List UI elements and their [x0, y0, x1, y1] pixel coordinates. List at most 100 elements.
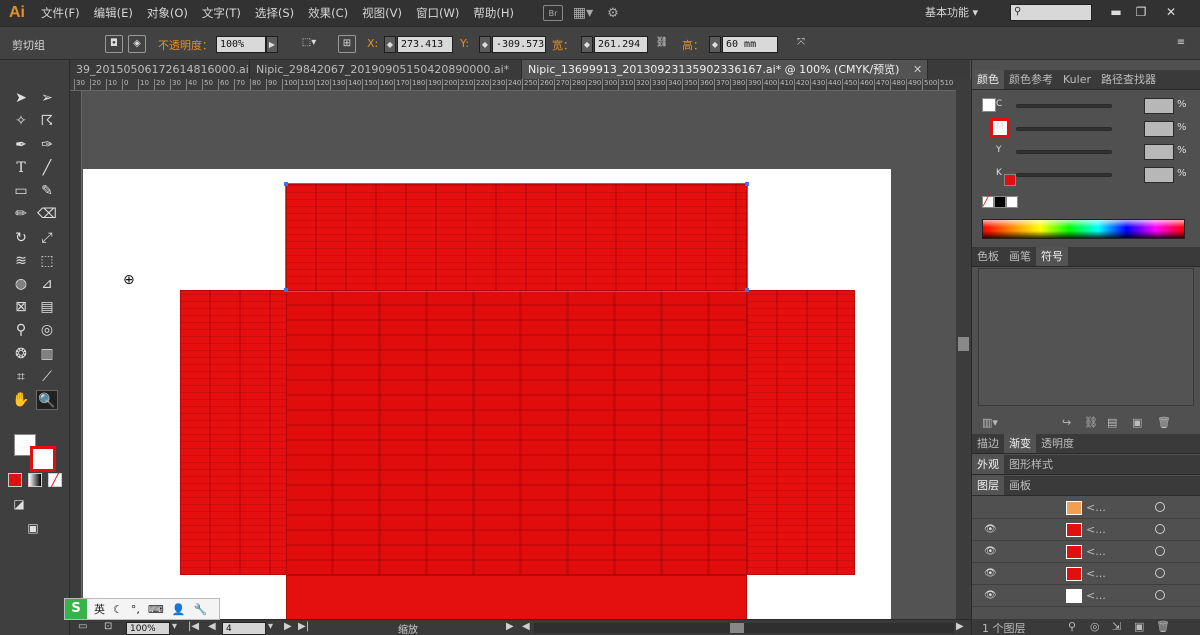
- tab-artboards[interactable]: 画板: [1004, 476, 1036, 495]
- selection-handle[interactable]: [745, 288, 749, 292]
- column-graph-tool-icon[interactable]: ▥: [36, 344, 58, 364]
- scroll-thumb[interactable]: [958, 337, 969, 351]
- magenta-slider[interactable]: M%: [996, 121, 1196, 137]
- ime-language-toggle[interactable]: 英: [94, 601, 105, 617]
- skin-icon[interactable]: 👤: [172, 603, 186, 616]
- status-menu-icon[interactable]: ▶: [506, 621, 514, 632]
- menu-window[interactable]: 窗口(W): [409, 0, 466, 26]
- selection-tool-icon[interactable]: ➤: [10, 88, 32, 108]
- slice-tool-icon[interactable]: ⟋: [36, 367, 58, 387]
- last-color-swatch[interactable]: [1004, 174, 1016, 186]
- target-icon[interactable]: [1155, 590, 1165, 600]
- delete-layer-icon[interactable]: 🗑: [1156, 620, 1170, 633]
- gradient-tool-icon[interactable]: ▤: [36, 297, 58, 317]
- magic-wand-tool-icon[interactable]: ✧: [10, 111, 32, 131]
- paintbrush-tool-icon[interactable]: ✎: [36, 181, 58, 201]
- panel-menu-icon[interactable]: ≡: [1172, 35, 1190, 53]
- selection-handle[interactable]: [284, 288, 288, 292]
- curvature-tool-icon[interactable]: ✑: [36, 135, 58, 155]
- tab-graphic-styles[interactable]: 图形样式: [1004, 455, 1058, 474]
- slider-track[interactable]: [1016, 173, 1112, 177]
- yellow-slider[interactable]: Y%: [996, 144, 1196, 160]
- reference-point-icon[interactable]: ⊞: [338, 35, 356, 53]
- keyboard-icon[interactable]: ⌨: [148, 603, 164, 616]
- make-clipping-mask-icon[interactable]: ◎: [1090, 620, 1100, 633]
- artboard-dropdown-icon[interactable]: ▾: [268, 621, 273, 632]
- hand-tool-icon[interactable]: ✋: [10, 390, 32, 410]
- zoom-level-field[interactable]: 100%: [126, 622, 170, 635]
- selection-handle[interactable]: [745, 182, 749, 186]
- gradient-mode-icon[interactable]: [28, 473, 42, 487]
- edit-clipping-path-icon[interactable]: ◘: [105, 35, 123, 53]
- transform-icon[interactable]: ⤧: [792, 35, 810, 53]
- layer-row[interactable]: 👁 <...: [972, 563, 1200, 585]
- moon-icon[interactable]: ☾: [113, 603, 123, 616]
- eye-icon[interactable]: 👁: [984, 568, 997, 579]
- search-icon[interactable]: ⚲: [1068, 620, 1076, 633]
- menu-type[interactable]: 文字(T): [195, 0, 248, 26]
- slider-value-field[interactable]: [1144, 144, 1174, 160]
- tab-transparency[interactable]: 透明度: [1036, 434, 1079, 453]
- last-artboard-icon[interactable]: ▶|: [298, 621, 309, 632]
- bridge-icon[interactable]: Br: [542, 5, 563, 21]
- next-artboard-icon[interactable]: ▶: [284, 621, 292, 632]
- bottom-panel[interactable]: [286, 575, 747, 619]
- tab-brushes[interactable]: 画笔: [1004, 247, 1036, 266]
- tab-appearance[interactable]: 外观: [972, 455, 1004, 474]
- layer-row[interactable]: <...: [972, 497, 1200, 519]
- new-layer-icon[interactable]: ▣: [1134, 620, 1144, 633]
- y-field[interactable]: -309.573: [492, 36, 546, 53]
- gpu-performance-icon[interactable]: ⚙: [603, 5, 623, 21]
- opacity-label[interactable]: 不透明度：: [158, 37, 213, 53]
- prev-artboard-icon[interactable]: ◀: [208, 621, 216, 632]
- height-stepper[interactable]: ◆: [709, 36, 721, 53]
- perspective-grid-tool-icon[interactable]: ⊿: [36, 274, 58, 294]
- rectangle-tool-icon[interactable]: ▭: [10, 181, 32, 201]
- menu-view[interactable]: 视图(V): [355, 0, 409, 26]
- tab-pathfinder[interactable]: 路径查找器: [1096, 70, 1161, 89]
- target-icon[interactable]: [1155, 546, 1165, 556]
- sogou-logo-icon[interactable]: S: [65, 599, 87, 619]
- search-input[interactable]: ⚲: [1010, 4, 1092, 21]
- place-symbol-icon[interactable]: ↪: [1062, 416, 1071, 429]
- artboard-tool-icon[interactable]: ⌗: [10, 367, 32, 387]
- tab-symbols[interactable]: 符号: [1036, 247, 1068, 266]
- first-artboard-icon[interactable]: |◀: [188, 621, 199, 632]
- document-tab[interactable]: 39_20150506172614816000.ai* ✕: [70, 60, 250, 79]
- none-swatch[interactable]: ╱: [982, 196, 994, 208]
- direct-selection-tool-icon[interactable]: ➢: [36, 88, 58, 108]
- document-tab-active[interactable]: Nipic_13699913_20130923135902336167.ai* …: [522, 60, 928, 79]
- target-icon[interactable]: [1155, 568, 1165, 578]
- close-icon[interactable]: ✕: [1160, 3, 1182, 21]
- slider-value-field[interactable]: [1144, 167, 1174, 183]
- restore-icon[interactable]: ❐: [1130, 3, 1152, 21]
- menu-object[interactable]: 对象(O): [140, 0, 195, 26]
- pencil-tool-icon[interactable]: ✏: [10, 204, 32, 224]
- stroke-swatch[interactable]: [30, 446, 56, 472]
- white-swatch[interactable]: [1006, 196, 1018, 208]
- scroll-right-icon[interactable]: ▶: [956, 621, 964, 632]
- eye-icon[interactable]: 👁: [984, 524, 997, 535]
- none-mode-icon[interactable]: ╱: [48, 473, 62, 487]
- opacity-field[interactable]: 100%: [216, 36, 266, 53]
- menu-help[interactable]: 帮助(H): [466, 0, 521, 26]
- fit-icon[interactable]: ⊡: [104, 621, 112, 632]
- tab-color-guide[interactable]: 颜色参考: [1004, 70, 1058, 89]
- black-slider[interactable]: K%: [996, 167, 1196, 183]
- tab-layers[interactable]: 图层: [972, 476, 1004, 495]
- gpu-icon[interactable]: ▭: [78, 621, 87, 632]
- eraser-tool-icon[interactable]: ⌫: [36, 204, 58, 224]
- type-tool-icon[interactable]: T: [10, 158, 32, 178]
- target-icon[interactable]: [1155, 524, 1165, 534]
- x-field[interactable]: 273.413: [397, 36, 453, 53]
- target-icon[interactable]: [1155, 502, 1165, 512]
- menu-edit[interactable]: 编辑(E): [87, 0, 140, 26]
- selection-handle[interactable]: [284, 182, 288, 186]
- tab-color[interactable]: 颜色: [972, 70, 1004, 89]
- minimize-icon[interactable]: ▬: [1105, 3, 1127, 21]
- right-flap-panel[interactable]: [747, 290, 855, 575]
- horizontal-scrollbar[interactable]: [534, 623, 954, 633]
- drawing-mode-icon[interactable]: ◪: [8, 494, 30, 514]
- document-tab[interactable]: Nipic_29842067_20190905150420890000.ai* …: [250, 60, 522, 79]
- workspace-switcher[interactable]: 基本功能 ▾: [925, 0, 978, 26]
